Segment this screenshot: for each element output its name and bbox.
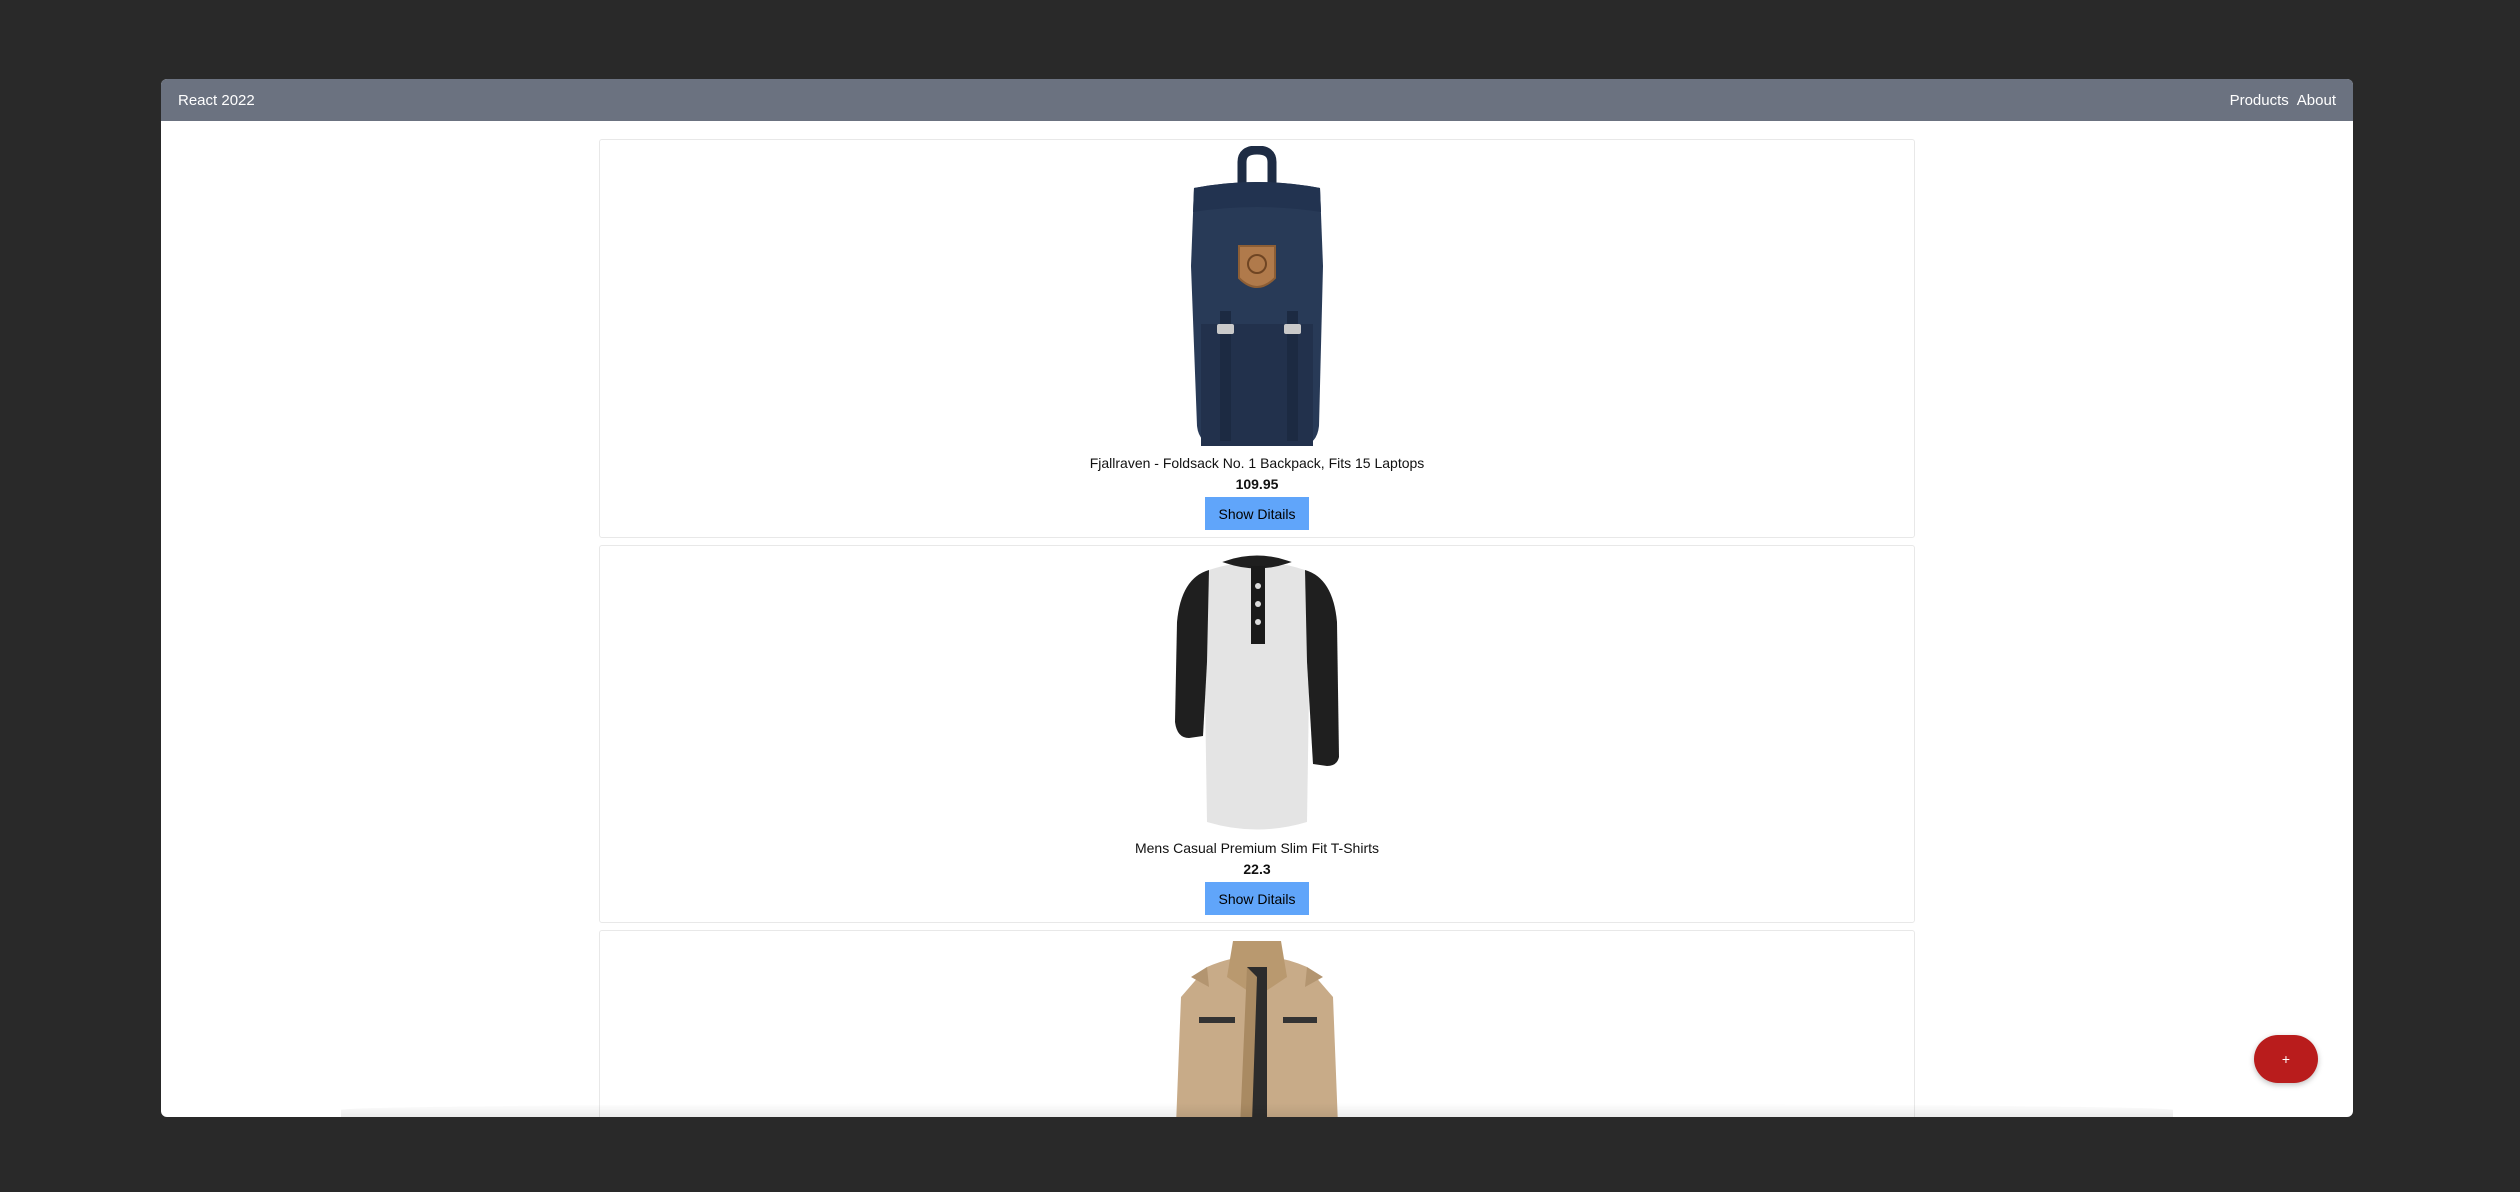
product-title: Mens Casual Premium Slim Fit T-Shirts (1134, 840, 1379, 856)
show-details-button[interactable]: Show Ditails (1205, 882, 1309, 915)
product-image (1147, 552, 1367, 837)
nav-links: Products About (2230, 92, 2336, 109)
product-price: 109.95 (1235, 476, 1279, 492)
backpack-image (1191, 146, 1323, 446)
product-card: Fjallraven - Foldsack No. 1 Backpack, Fi… (599, 139, 1915, 538)
product-image (1147, 146, 1367, 452)
nav-link-about[interactable]: About (2297, 92, 2336, 109)
show-details-button[interactable]: Show Ditails (1205, 497, 1309, 530)
navbar: React 2022 Products About (161, 79, 2353, 121)
product-title: Fjallraven - Foldsack No. 1 Backpack, Fi… (1089, 455, 1425, 471)
nav-link-products[interactable]: Products (2230, 92, 2289, 109)
product-list: Fjallraven - Foldsack No. 1 Backpack, Fi… (599, 139, 1915, 1117)
add-product-button[interactable]: + (2254, 1035, 2318, 1083)
product-card: Mens Casual Premium Slim Fit T-Shirts 22… (599, 545, 1915, 923)
product-image (1147, 937, 1367, 1117)
product-card (599, 930, 1915, 1117)
app-window: React 2022 Products About Fjallraven - F… (161, 79, 2353, 1117)
product-list-area[interactable]: Fjallraven - Foldsack No. 1 Backpack, Fi… (161, 121, 2353, 1117)
jacket-image (1176, 941, 1338, 1117)
shirt-image (1175, 555, 1339, 830)
product-price: 22.3 (1243, 861, 1271, 877)
brand-title[interactable]: React 2022 (178, 92, 255, 109)
